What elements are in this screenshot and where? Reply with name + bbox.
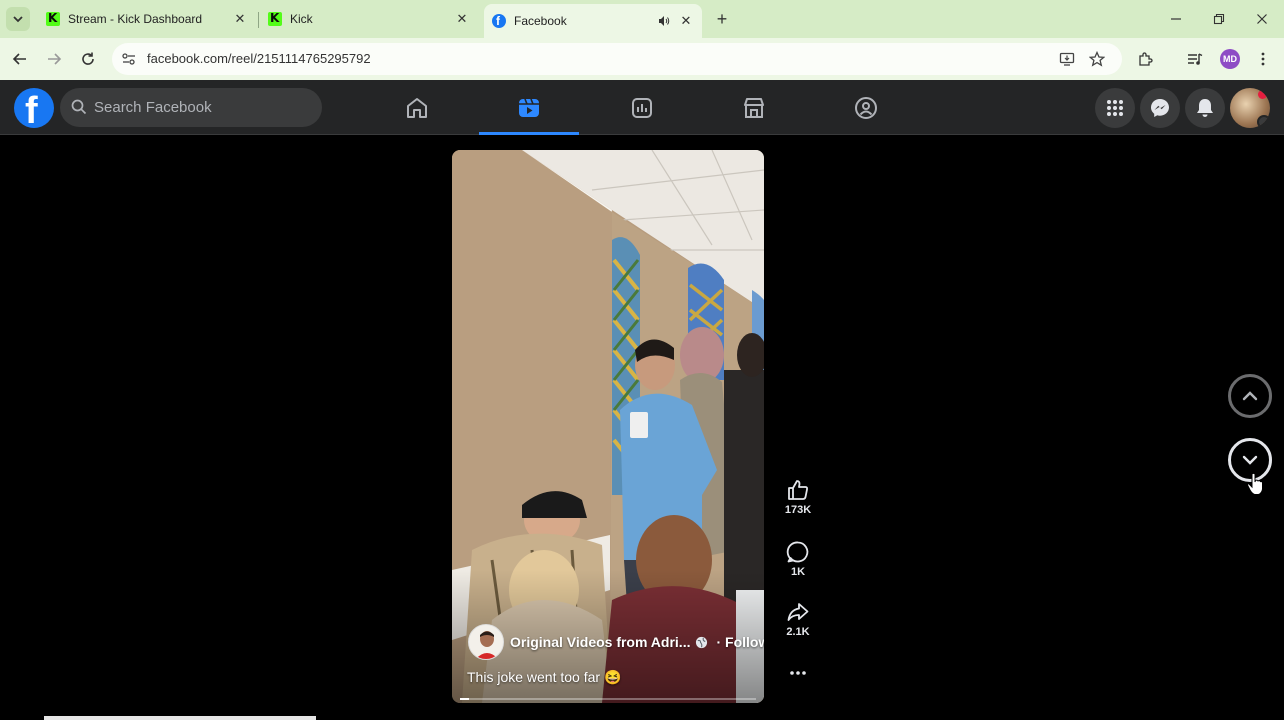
home-icon [407, 97, 427, 118]
messenger-button[interactable] [1140, 88, 1180, 128]
comment-icon [786, 541, 809, 563]
media-controls-icon[interactable] [1184, 48, 1206, 70]
bookmark-star-icon[interactable] [1087, 49, 1107, 69]
search-input[interactable]: Search Facebook [60, 88, 322, 127]
browser-profile-avatar[interactable]: MD [1220, 49, 1240, 69]
grid-menu-icon [1107, 100, 1123, 116]
video-frame [452, 150, 764, 703]
tab-divider [258, 12, 259, 28]
more-menu-icon[interactable] [1252, 48, 1274, 70]
video-progress-bar[interactable] [460, 698, 756, 700]
nav-home[interactable] [367, 80, 467, 135]
reel-video[interactable]: Original Videos from Adri... · Follow Th… [452, 150, 764, 703]
menu-button[interactable] [1095, 88, 1135, 128]
facebook-header: f Search Facebook [0, 80, 1284, 135]
close-icon[interactable]: ✕ [454, 11, 470, 27]
close-icon[interactable]: ✕ [678, 13, 694, 29]
browser-toolbar: facebook.com/reel/2151114765295792 MD [0, 38, 1284, 80]
close-icon[interactable]: ✕ [232, 11, 248, 27]
chevron-down-icon [13, 16, 23, 23]
more-dots-icon [790, 671, 806, 675]
previous-reel-button[interactable] [1228, 374, 1272, 418]
bell-icon [1197, 99, 1213, 117]
restore-icon[interactable] [1209, 9, 1229, 29]
new-tab-button[interactable]: + [712, 9, 732, 29]
reload-icon[interactable] [77, 48, 99, 70]
author-name[interactable]: Original Videos from Adri... [510, 634, 690, 650]
account-avatar[interactable] [1230, 88, 1270, 128]
address-bar[interactable]: facebook.com/reel/2151114765295792 [112, 43, 1122, 75]
tab-title: Kick [290, 12, 313, 26]
kick-icon [268, 11, 282, 26]
install-app-icon[interactable] [1057, 49, 1077, 69]
chevron-down-icon [1257, 115, 1270, 128]
marketplace-icon [744, 97, 764, 118]
chevron-down-icon [1242, 455, 1258, 465]
facebook-icon [492, 14, 506, 28]
like-button[interactable]: 173K [774, 478, 822, 516]
comment-button[interactable]: 1K [774, 540, 822, 578]
back-icon[interactable] [9, 48, 31, 70]
globe-icon [696, 636, 708, 648]
like-count: 173K [784, 504, 812, 516]
minimize-icon[interactable] [1166, 9, 1186, 29]
nav-feeds[interactable] [592, 80, 692, 135]
thumbs-up-icon [788, 480, 808, 500]
video-progress-fill [460, 698, 469, 700]
tab-kick-dashboard[interactable]: Stream - Kick Dashboard ✕ [38, 4, 256, 34]
reel-author: Original Videos from Adri... · Follow [468, 624, 764, 660]
url-text[interactable]: facebook.com/reel/2151114765295792 [147, 51, 371, 66]
more-options-button[interactable] [774, 664, 822, 682]
search-icon [71, 99, 87, 115]
search-placeholder: Search Facebook [94, 99, 212, 116]
facebook-logo[interactable]: f [14, 88, 54, 128]
feeds-icon [632, 97, 652, 118]
video-icon [519, 98, 539, 117]
forward-icon[interactable] [43, 48, 65, 70]
tab-title: Facebook [514, 14, 567, 28]
share-count: 2.1K [786, 626, 810, 638]
extensions-icon[interactable] [1134, 48, 1156, 70]
mouse-pointer-icon [1246, 472, 1263, 495]
nav-video[interactable] [479, 80, 579, 135]
site-settings-icon[interactable] [120, 50, 138, 68]
notification-dot [1258, 90, 1267, 99]
browser-tab-strip: Stream - Kick Dashboard ✕ Kick ✕ Faceboo… [0, 0, 1284, 38]
kick-icon [46, 11, 60, 26]
share-icon [787, 603, 809, 621]
share-button[interactable]: 2.1K [774, 600, 822, 638]
speaker-icon[interactable] [656, 13, 672, 29]
page-scroll-indicator [44, 716, 316, 720]
notifications-button[interactable] [1185, 88, 1225, 128]
tab-facebook[interactable]: Facebook ✕ [484, 4, 702, 38]
messenger-icon [1151, 99, 1169, 117]
tab-title: Stream - Kick Dashboard [68, 12, 203, 26]
comment-count: 1K [790, 566, 806, 578]
groups-icon [855, 96, 877, 119]
close-window-icon[interactable] [1252, 9, 1272, 29]
nav-marketplace[interactable] [704, 80, 804, 135]
nav-groups[interactable] [816, 80, 916, 135]
author-avatar[interactable] [468, 624, 504, 660]
reel-caption: This joke went too far 😆 [467, 669, 622, 685]
follow-button[interactable]: · Follow [716, 634, 764, 650]
chevron-up-icon [1242, 391, 1258, 401]
tab-search-button[interactable] [6, 7, 30, 31]
tab-kick[interactable]: Kick ✕ [260, 4, 478, 34]
